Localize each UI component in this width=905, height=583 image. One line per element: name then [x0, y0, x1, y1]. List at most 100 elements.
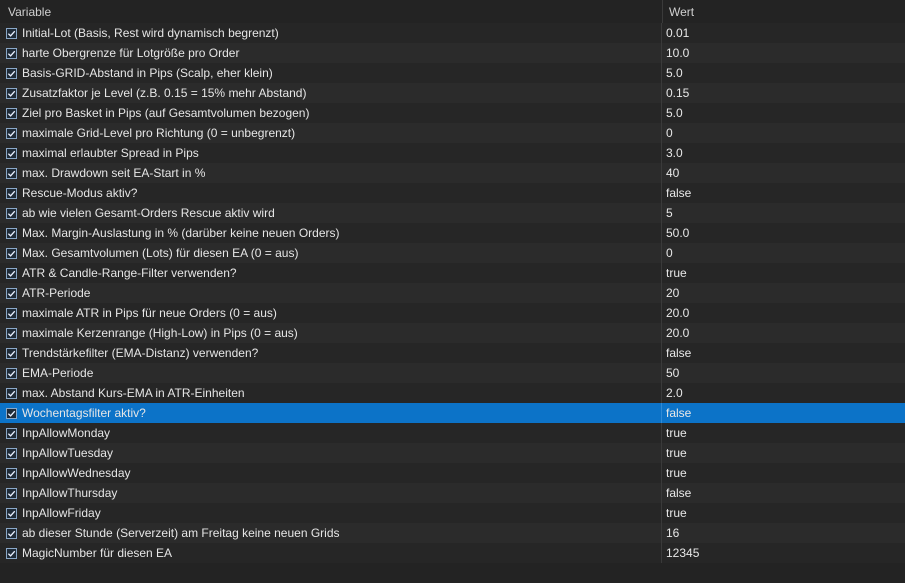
- table-row[interactable]: InpAllowWednesday true: [0, 463, 905, 483]
- row-checkbox[interactable]: [6, 187, 17, 199]
- row-checkbox[interactable]: [6, 207, 17, 219]
- variable-cell[interactable]: InpAllowMonday: [0, 423, 662, 443]
- variable-cell[interactable]: InpAllowFriday: [0, 503, 662, 523]
- row-checkbox[interactable]: [6, 507, 17, 519]
- row-checkbox[interactable]: [6, 247, 17, 259]
- variable-cell[interactable]: harte Obergrenze für Lotgröße pro Order: [0, 43, 662, 63]
- value-cell[interactable]: false: [662, 343, 905, 363]
- row-checkbox[interactable]: [6, 547, 17, 559]
- variable-cell[interactable]: Trendstärkefilter (EMA-Distanz) verwende…: [0, 343, 662, 363]
- value-cell[interactable]: 0: [662, 243, 905, 263]
- table-row[interactable]: Ziel pro Basket in Pips (auf Gesamtvolum…: [0, 103, 905, 123]
- table-row[interactable]: Wochentagsfilter aktiv? false: [0, 403, 905, 423]
- row-checkbox[interactable]: [6, 327, 17, 339]
- row-checkbox[interactable]: [6, 267, 17, 279]
- row-checkbox[interactable]: [6, 147, 17, 159]
- table-row[interactable]: Max. Margin-Auslastung in % (darüber kei…: [0, 223, 905, 243]
- row-checkbox[interactable]: [6, 27, 17, 39]
- value-cell[interactable]: 50: [662, 363, 905, 383]
- row-checkbox[interactable]: [6, 67, 17, 79]
- column-header-variable[interactable]: Variable: [0, 5, 662, 19]
- row-checkbox[interactable]: [6, 107, 17, 119]
- variable-cell[interactable]: EMA-Periode: [0, 363, 662, 383]
- value-cell[interactable]: 20.0: [662, 323, 905, 343]
- value-cell[interactable]: 12345: [662, 543, 905, 563]
- value-cell[interactable]: 5: [662, 203, 905, 223]
- row-checkbox[interactable]: [6, 307, 17, 319]
- row-checkbox[interactable]: [6, 47, 17, 59]
- variable-cell[interactable]: max. Abstand Kurs-EMA in ATR-Einheiten: [0, 383, 662, 403]
- table-row[interactable]: Zusatzfaktor je Level (z.B. 0.15 = 15% m…: [0, 83, 905, 103]
- variable-cell[interactable]: MagicNumber für diesen EA: [0, 543, 662, 563]
- table-row[interactable]: InpAllowTuesday true: [0, 443, 905, 463]
- row-checkbox[interactable]: [6, 167, 17, 179]
- table-row[interactable]: maximale ATR in Pips für neue Orders (0 …: [0, 303, 905, 323]
- variable-cell[interactable]: Max. Margin-Auslastung in % (darüber kei…: [0, 223, 662, 243]
- variable-cell[interactable]: maximale Grid-Level pro Richtung (0 = un…: [0, 123, 662, 143]
- table-row[interactable]: max. Abstand Kurs-EMA in ATR-Einheiten 2.…: [0, 383, 905, 403]
- table-row[interactable]: harte Obergrenze für Lotgröße pro Order 1…: [0, 43, 905, 63]
- row-checkbox[interactable]: [6, 287, 17, 299]
- variable-cell[interactable]: ab dieser Stunde (Serverzeit) am Freitag…: [0, 523, 662, 543]
- table-row[interactable]: ATR & Candle-Range-Filter verwenden? true: [0, 263, 905, 283]
- value-cell[interactable]: false: [662, 183, 905, 203]
- row-checkbox[interactable]: [6, 87, 17, 99]
- value-cell[interactable]: 5.0: [662, 63, 905, 83]
- value-cell[interactable]: 10.0: [662, 43, 905, 63]
- variable-cell[interactable]: Zusatzfaktor je Level (z.B. 0.15 = 15% m…: [0, 83, 662, 103]
- value-cell[interactable]: true: [662, 263, 905, 283]
- column-header-value[interactable]: Wert: [662, 0, 905, 24]
- row-checkbox[interactable]: [6, 387, 17, 399]
- row-checkbox[interactable]: [6, 447, 17, 459]
- value-cell[interactable]: true: [662, 503, 905, 523]
- value-cell[interactable]: 0: [662, 123, 905, 143]
- table-row[interactable]: Trendstärkefilter (EMA-Distanz) verwende…: [0, 343, 905, 363]
- value-cell[interactable]: 2.0: [662, 383, 905, 403]
- row-checkbox[interactable]: [6, 367, 17, 379]
- variable-cell[interactable]: Ziel pro Basket in Pips (auf Gesamtvolum…: [0, 103, 662, 123]
- value-cell[interactable]: true: [662, 423, 905, 443]
- variable-cell[interactable]: InpAllowTuesday: [0, 443, 662, 463]
- value-cell[interactable]: 16: [662, 523, 905, 543]
- variable-cell[interactable]: Basis-GRID-Abstand in Pips (Scalp, eher …: [0, 63, 662, 83]
- value-cell[interactable]: 20.0: [662, 303, 905, 323]
- row-checkbox[interactable]: [6, 407, 17, 419]
- value-cell[interactable]: 0.01: [662, 23, 905, 43]
- row-checkbox[interactable]: [6, 487, 17, 499]
- value-cell[interactable]: 5.0: [662, 103, 905, 123]
- table-row[interactable]: ATR-Periode 20: [0, 283, 905, 303]
- table-row[interactable]: Basis-GRID-Abstand in Pips (Scalp, eher …: [0, 63, 905, 83]
- table-row[interactable]: max. Drawdown seit EA-Start in % 40: [0, 163, 905, 183]
- variable-cell[interactable]: ATR & Candle-Range-Filter verwenden?: [0, 263, 662, 283]
- variable-cell[interactable]: maximale ATR in Pips für neue Orders (0 …: [0, 303, 662, 323]
- row-checkbox[interactable]: [6, 127, 17, 139]
- row-checkbox[interactable]: [6, 347, 17, 359]
- table-row[interactable]: maximale Kerzenrange (High-Low) in Pips …: [0, 323, 905, 343]
- table-row[interactable]: MagicNumber für diesen EA 12345: [0, 543, 905, 563]
- table-row[interactable]: ab dieser Stunde (Serverzeit) am Freitag…: [0, 523, 905, 543]
- variable-cell[interactable]: maximal erlaubter Spread in Pips: [0, 143, 662, 163]
- row-checkbox[interactable]: [6, 527, 17, 539]
- value-cell[interactable]: 3.0: [662, 143, 905, 163]
- table-row[interactable]: ab wie vielen Gesamt-Orders Rescue aktiv…: [0, 203, 905, 223]
- variable-cell[interactable]: Wochentagsfilter aktiv?: [0, 403, 662, 423]
- row-checkbox[interactable]: [6, 467, 17, 479]
- value-cell[interactable]: false: [662, 483, 905, 503]
- table-row[interactable]: maximal erlaubter Spread in Pips 3.0: [0, 143, 905, 163]
- variable-cell[interactable]: max. Drawdown seit EA-Start in %: [0, 163, 662, 183]
- value-cell[interactable]: 0.15: [662, 83, 905, 103]
- variable-cell[interactable]: Rescue-Modus aktiv?: [0, 183, 662, 203]
- table-row[interactable]: maximale Grid-Level pro Richtung (0 = un…: [0, 123, 905, 143]
- table-row[interactable]: EMA-Periode 50: [0, 363, 905, 383]
- table-row[interactable]: Initial-Lot (Basis, Rest wird dynamisch …: [0, 23, 905, 43]
- variable-cell[interactable]: ATR-Periode: [0, 283, 662, 303]
- value-cell[interactable]: 20: [662, 283, 905, 303]
- variable-cell[interactable]: maximale Kerzenrange (High-Low) in Pips …: [0, 323, 662, 343]
- table-row[interactable]: Rescue-Modus aktiv? false: [0, 183, 905, 203]
- variable-cell[interactable]: InpAllowWednesday: [0, 463, 662, 483]
- table-row[interactable]: InpAllowThursday false: [0, 483, 905, 503]
- value-cell[interactable]: true: [662, 443, 905, 463]
- variable-cell[interactable]: Max. Gesamtvolumen (Lots) für diesen EA …: [0, 243, 662, 263]
- variable-cell[interactable]: Initial-Lot (Basis, Rest wird dynamisch …: [0, 23, 662, 43]
- value-cell[interactable]: false: [662, 403, 905, 423]
